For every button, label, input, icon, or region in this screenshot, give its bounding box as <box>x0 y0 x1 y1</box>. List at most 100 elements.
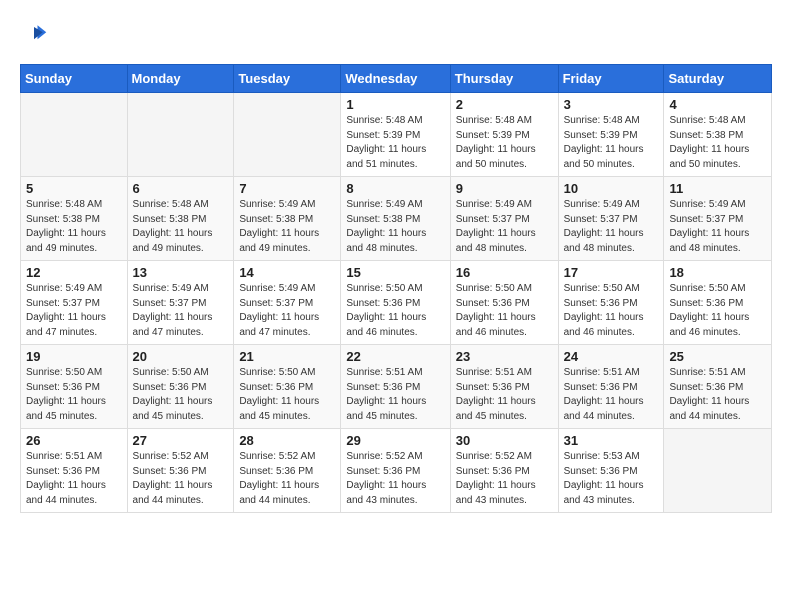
day-info: Sunrise: 5:50 AMSunset: 5:36 PMDaylight:… <box>669 282 766 340</box>
calendar-week: 19 Sunrise: 5:50 AMSunset: 5:36 PMDayligh… <box>21 345 772 429</box>
day-number: 27 <box>133 433 229 448</box>
day-number: 22 <box>346 349 444 364</box>
calendar-cell: 30 Sunrise: 5:52 AMSunset: 5:36 PMDayligh… <box>450 429 558 513</box>
day-info: Sunrise: 5:49 AMSunset: 5:37 PMDaylight:… <box>456 198 553 256</box>
calendar-cell: 3Sunrise: 5:48 AMSunset: 5:39 PMDaylight… <box>558 93 664 177</box>
logo <box>20 20 52 48</box>
day-number: 12 <box>26 265 122 280</box>
day-number: 2 <box>456 97 553 112</box>
day-info: Sunrise: 5:51 AMSunset: 5:36 PMDaylight:… <box>669 366 766 424</box>
calendar-cell: 12 Sunrise: 5:49 AMSunset: 5:37 PMDayligh… <box>21 261 128 345</box>
day-number: 29 <box>346 433 444 448</box>
day-info: Sunrise: 5:50 AMSunset: 5:36 PMDaylight:… <box>26 366 122 424</box>
calendar-cell: 1 Sunrise: 5:48 AMSunset: 5:39 PMDaylight… <box>341 93 450 177</box>
header-day: Saturday <box>664 65 772 93</box>
page-header <box>20 20 772 48</box>
calendar-cell: 15 Sunrise: 5:50 AMSunset: 5:36 PMDayligh… <box>341 261 450 345</box>
day-info: Sunrise: 5:50 AMSunset: 5:36 PMDaylight:… <box>346 282 444 340</box>
day-number: 19 <box>26 349 122 364</box>
calendar-cell: 24 Sunrise: 5:51 AMSunset: 5:36 PMDayligh… <box>558 345 664 429</box>
calendar-cell: 20 Sunrise: 5:50 AMSunset: 5:36 PMDayligh… <box>127 345 234 429</box>
calendar-cell: 2 Sunrise: 5:48 AMSunset: 5:39 PMDaylight… <box>450 93 558 177</box>
logo-icon <box>20 20 48 48</box>
day-info: Sunrise: 5:51 AMSunset: 5:36 PMDaylight:… <box>564 366 659 424</box>
day-info: Sunrise: 5:50 AMSunset: 5:36 PMDaylight:… <box>133 366 229 424</box>
header-day: Wednesday <box>341 65 450 93</box>
calendar-cell: 18 Sunrise: 5:50 AMSunset: 5:36 PMDayligh… <box>664 261 772 345</box>
day-info: Sunrise: 5:48 AMSunset: 5:39 PMDaylight:… <box>564 114 659 172</box>
day-number: 25 <box>669 349 766 364</box>
day-number: 18 <box>669 265 766 280</box>
calendar-cell: 25 Sunrise: 5:51 AMSunset: 5:36 PMDayligh… <box>664 345 772 429</box>
calendar-cell: 17 Sunrise: 5:50 AMSunset: 5:36 PMDayligh… <box>558 261 664 345</box>
day-info: Sunrise: 5:48 AMSunset: 5:39 PMDaylight:… <box>456 114 553 172</box>
calendar-table: SundayMondayTuesdayWednesdayThursdayFrid… <box>20 64 772 513</box>
calendar-cell: 10Sunrise: 5:49 AMSunset: 5:37 PMDayligh… <box>558 177 664 261</box>
day-number: 14 <box>239 265 335 280</box>
day-info: Sunrise: 5:48 AMSunset: 5:38 PMDaylight:… <box>26 198 122 256</box>
calendar-cell: 21 Sunrise: 5:50 AMSunset: 5:36 PMDayligh… <box>234 345 341 429</box>
calendar-week: 5Sunrise: 5:48 AMSunset: 5:38 PMDaylight… <box>21 177 772 261</box>
day-number: 30 <box>456 433 553 448</box>
day-info: Sunrise: 5:49 AMSunset: 5:37 PMDaylight:… <box>239 282 335 340</box>
day-number: 24 <box>564 349 659 364</box>
day-info: Sunrise: 5:50 AMSunset: 5:36 PMDaylight:… <box>239 366 335 424</box>
day-info: Sunrise: 5:49 AMSunset: 5:38 PMDaylight:… <box>346 198 444 256</box>
calendar-cell: 16 Sunrise: 5:50 AMSunset: 5:36 PMDayligh… <box>450 261 558 345</box>
header-row: SundayMondayTuesdayWednesdayThursdayFrid… <box>21 65 772 93</box>
day-info: Sunrise: 5:51 AMSunset: 5:36 PMDaylight:… <box>26 450 122 508</box>
day-number: 28 <box>239 433 335 448</box>
calendar-cell: 29 Sunrise: 5:52 AMSunset: 5:36 PMDayligh… <box>341 429 450 513</box>
calendar-cell: 4Sunrise: 5:48 AMSunset: 5:38 PMDaylight… <box>664 93 772 177</box>
calendar-cell: 19 Sunrise: 5:50 AMSunset: 5:36 PMDayligh… <box>21 345 128 429</box>
day-number: 20 <box>133 349 229 364</box>
calendar-week: 12 Sunrise: 5:49 AMSunset: 5:37 PMDayligh… <box>21 261 772 345</box>
day-info: Sunrise: 5:52 AMSunset: 5:36 PMDaylight:… <box>239 450 335 508</box>
calendar-body: 1 Sunrise: 5:48 AMSunset: 5:39 PMDaylight… <box>21 93 772 513</box>
calendar-header: SundayMondayTuesdayWednesdayThursdayFrid… <box>21 65 772 93</box>
calendar-cell: 8 Sunrise: 5:49 AMSunset: 5:38 PMDaylight… <box>341 177 450 261</box>
calendar-cell <box>21 93 128 177</box>
day-number: 13 <box>133 265 229 280</box>
day-number: 11 <box>669 181 766 196</box>
day-info: Sunrise: 5:49 AMSunset: 5:37 PMDaylight:… <box>26 282 122 340</box>
day-number: 17 <box>564 265 659 280</box>
day-info: Sunrise: 5:50 AMSunset: 5:36 PMDaylight:… <box>564 282 659 340</box>
calendar-cell: 9Sunrise: 5:49 AMSunset: 5:37 PMDaylight… <box>450 177 558 261</box>
day-info: Sunrise: 5:49 AMSunset: 5:37 PMDaylight:… <box>669 198 766 256</box>
header-day: Monday <box>127 65 234 93</box>
day-number: 16 <box>456 265 553 280</box>
calendar-cell: 28 Sunrise: 5:52 AMSunset: 5:36 PMDayligh… <box>234 429 341 513</box>
header-day: Thursday <box>450 65 558 93</box>
day-info: Sunrise: 5:51 AMSunset: 5:36 PMDaylight:… <box>346 366 444 424</box>
header-day: Friday <box>558 65 664 93</box>
calendar-cell: 13 Sunrise: 5:49 AMSunset: 5:37 PMDayligh… <box>127 261 234 345</box>
day-number: 4 <box>669 97 766 112</box>
calendar-cell: 11 Sunrise: 5:49 AMSunset: 5:37 PMDayligh… <box>664 177 772 261</box>
day-info: Sunrise: 5:52 AMSunset: 5:36 PMDaylight:… <box>133 450 229 508</box>
calendar-cell: 23Sunrise: 5:51 AMSunset: 5:36 PMDayligh… <box>450 345 558 429</box>
day-number: 31 <box>564 433 659 448</box>
day-number: 21 <box>239 349 335 364</box>
calendar-week: 1 Sunrise: 5:48 AMSunset: 5:39 PMDaylight… <box>21 93 772 177</box>
day-info: Sunrise: 5:49 AMSunset: 5:37 PMDaylight:… <box>133 282 229 340</box>
calendar-cell: 26Sunrise: 5:51 AMSunset: 5:36 PMDayligh… <box>21 429 128 513</box>
day-number: 6 <box>133 181 229 196</box>
header-day: Tuesday <box>234 65 341 93</box>
calendar-cell: 14 Sunrise: 5:49 AMSunset: 5:37 PMDayligh… <box>234 261 341 345</box>
day-number: 1 <box>346 97 444 112</box>
day-info: Sunrise: 5:49 AMSunset: 5:38 PMDaylight:… <box>239 198 335 256</box>
day-info: Sunrise: 5:52 AMSunset: 5:36 PMDaylight:… <box>456 450 553 508</box>
calendar-cell <box>664 429 772 513</box>
calendar-cell: 5Sunrise: 5:48 AMSunset: 5:38 PMDaylight… <box>21 177 128 261</box>
day-number: 15 <box>346 265 444 280</box>
calendar-cell: 7Sunrise: 5:49 AMSunset: 5:38 PMDaylight… <box>234 177 341 261</box>
calendar-cell: 31Sunrise: 5:53 AMSunset: 5:36 PMDayligh… <box>558 429 664 513</box>
day-number: 23 <box>456 349 553 364</box>
header-day: Sunday <box>21 65 128 93</box>
day-info: Sunrise: 5:52 AMSunset: 5:36 PMDaylight:… <box>346 450 444 508</box>
day-info: Sunrise: 5:48 AMSunset: 5:39 PMDaylight:… <box>346 114 444 172</box>
day-number: 8 <box>346 181 444 196</box>
calendar-week: 26Sunrise: 5:51 AMSunset: 5:36 PMDayligh… <box>21 429 772 513</box>
day-info: Sunrise: 5:50 AMSunset: 5:36 PMDaylight:… <box>456 282 553 340</box>
